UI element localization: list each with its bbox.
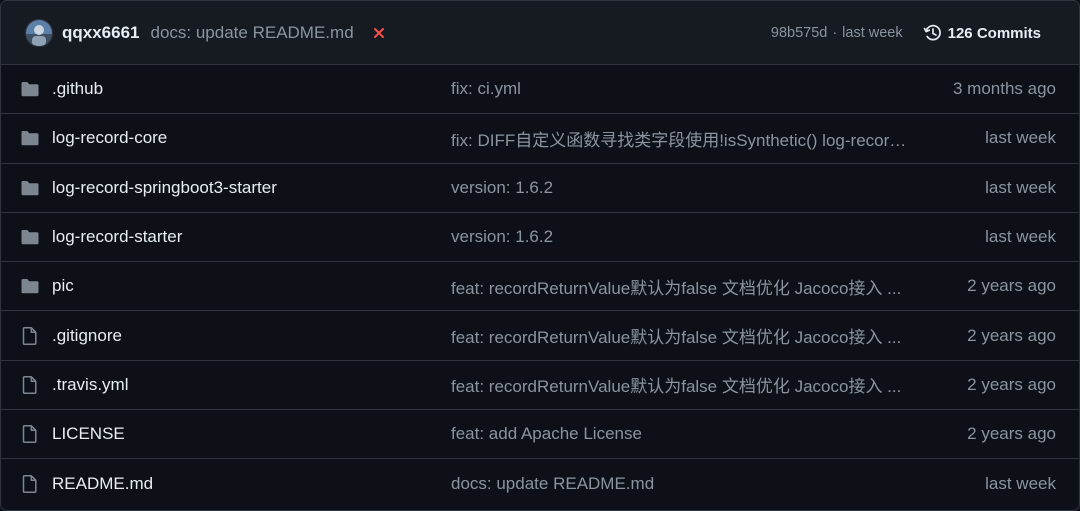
avatar[interactable] [25, 18, 53, 47]
commit-message-link[interactable]: docs: update README.md [451, 474, 911, 494]
commit-message-link[interactable]: feat: recordReturnValue默认为false 文档优化 Jac… [451, 274, 911, 299]
file-name-link[interactable]: .github [52, 79, 103, 99]
file-row-pic[interactable]: pic feat: recordReturnValue默认为false 文档优化… [1, 262, 1079, 312]
file-row-gitignore[interactable]: .gitignore feat: recordReturnValue默认为fal… [1, 311, 1079, 361]
commit-age: last week [985, 474, 1056, 494]
commit-time: last week [842, 25, 903, 41]
file-name-link[interactable]: pic [52, 276, 74, 296]
folder-icon [20, 178, 40, 198]
commit-age: last week [985, 128, 1056, 148]
commit-message-link[interactable]: fix: ci.yml [451, 79, 911, 99]
latest-commit-message[interactable]: docs: update README.md [151, 23, 354, 43]
commit-age: last week [985, 227, 1056, 247]
history-icon [923, 23, 943, 43]
file-row-readme[interactable]: README.md docs: update README.md last we… [1, 459, 1079, 508]
latest-commit-header: qqxx6661 docs: update README.md 98b575d … [1, 1, 1079, 65]
file-row-github[interactable]: .github fix: ci.yml 3 months ago [1, 65, 1079, 115]
folder-icon [20, 128, 40, 148]
file-icon [20, 326, 40, 346]
commit-age: 2 years ago [967, 276, 1056, 296]
commit-message-link[interactable]: version: 1.6.2 [451, 178, 911, 198]
separator-dot: · [832, 25, 838, 41]
folder-icon [20, 227, 40, 247]
commit-message-link[interactable]: feat: recordReturnValue默认为false 文档优化 Jac… [451, 372, 911, 397]
commits-history-link[interactable]: 126 Commits [923, 23, 1041, 43]
file-browser-panel: qqxx6661 docs: update README.md 98b575d … [0, 0, 1080, 511]
commit-age: 2 years ago [967, 424, 1056, 444]
file-name-link[interactable]: log-record-core [52, 128, 167, 148]
file-icon [20, 375, 40, 395]
file-row-license[interactable]: LICENSE feat: add Apache License 2 years… [1, 410, 1079, 460]
file-row-log-record-core[interactable]: log-record-core fix: DIFF自定义函数寻找类字段使用!is… [1, 114, 1079, 164]
file-list: .github fix: ci.yml 3 months ago log-rec… [1, 65, 1079, 509]
file-name-link[interactable]: .travis.yml [52, 375, 129, 395]
file-name-link[interactable]: README.md [52, 474, 153, 494]
commit-age: 2 years ago [967, 325, 1056, 345]
failed-status-icon[interactable] [372, 26, 386, 40]
folder-icon [20, 79, 40, 99]
commit-message-link[interactable]: feat: recordReturnValue默认为false 文档优化 Jac… [451, 323, 911, 348]
commit-age: last week [985, 177, 1056, 197]
file-name-link[interactable]: LICENSE [52, 424, 125, 444]
commit-message-link[interactable]: fix: DIFF自定义函数寻找类字段使用!isSynthetic() log-… [451, 126, 911, 151]
commit-sha-link[interactable]: 98b575d [771, 25, 827, 41]
file-row-log-record-springboot3-starter[interactable]: log-record-springboot3-starter version: … [1, 164, 1079, 213]
commit-age: 3 months ago [952, 79, 1056, 99]
file-icon [20, 424, 40, 444]
file-name-link[interactable]: log-record-springboot3-starter [52, 178, 277, 198]
commit-message-link[interactable]: feat: add Apache License [451, 424, 911, 444]
commit-meta: 98b575d · last week 126 Commits [771, 1, 1041, 65]
commits-count: 126 Commits [947, 24, 1041, 42]
folder-icon [20, 276, 40, 296]
commit-author-link[interactable]: qqxx6661 [62, 23, 140, 43]
file-icon [20, 474, 40, 494]
file-row-log-record-starter[interactable]: log-record-starter version: 1.6.2 last w… [1, 213, 1079, 263]
file-row-travis-yml[interactable]: .travis.yml feat: recordReturnValue默认为fa… [1, 361, 1079, 411]
commit-message-link[interactable]: version: 1.6.2 [451, 227, 911, 247]
commit-age: 2 years ago [967, 374, 1056, 394]
file-name-link[interactable]: .gitignore [52, 326, 122, 346]
file-name-link[interactable]: log-record-starter [52, 227, 182, 247]
